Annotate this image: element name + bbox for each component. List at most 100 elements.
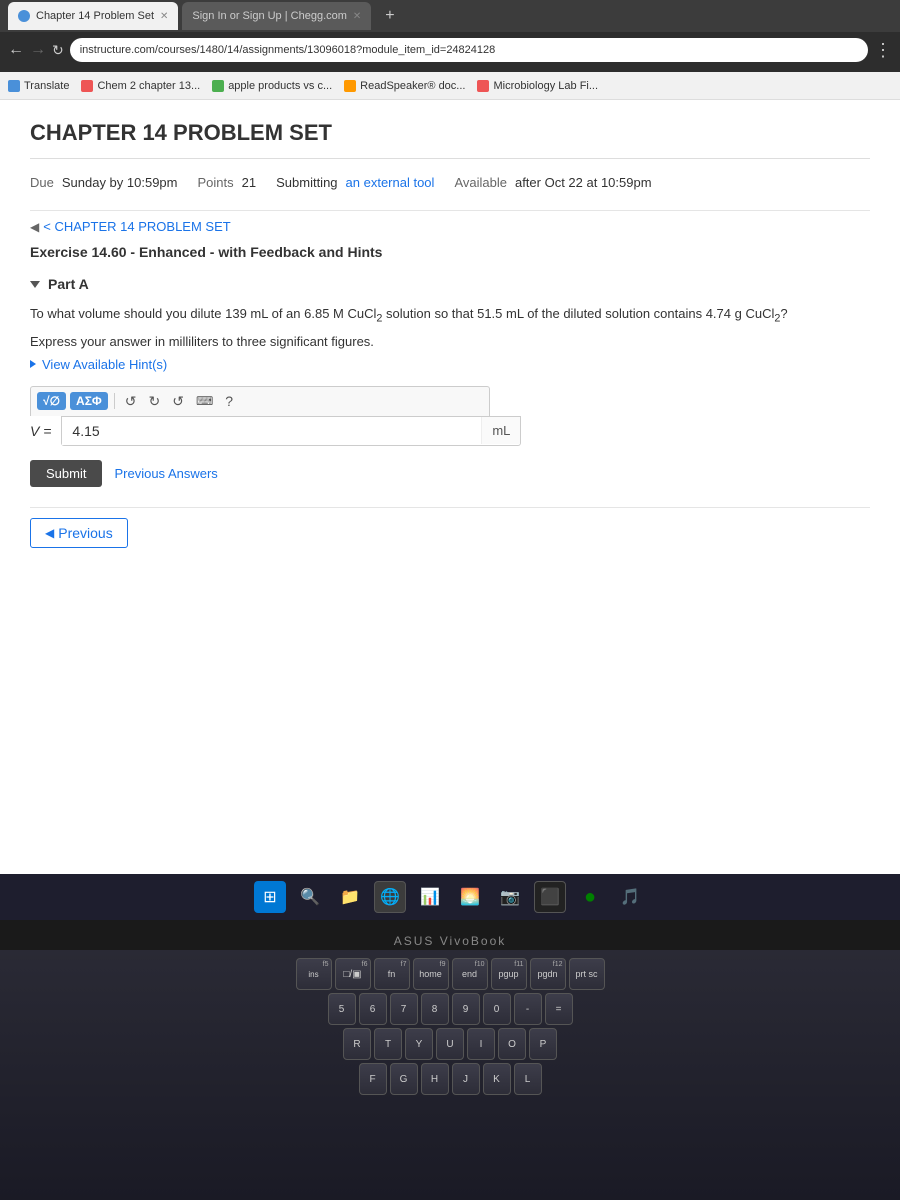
menu-button[interactable]: ⋮ [874,40,892,61]
key-o[interactable]: O [498,1028,526,1060]
answer-row: V = mL [30,416,870,446]
chem-icon [81,80,93,92]
key-i[interactable]: I [467,1028,495,1060]
taskbar-chrome-icon[interactable]: ● [574,881,606,913]
bookmark-microbiology-label: Microbiology Lab Fi... [493,80,598,92]
bookmark-chem[interactable]: Chem 2 chapter 13... [81,80,200,92]
reload-button[interactable]: ↻ [52,42,64,59]
bookmark-translate[interactable]: Translate [8,80,69,92]
key-0[interactable]: 0 [483,993,511,1025]
tab-close-active[interactable]: ✕ [160,11,168,22]
bookmark-chem-label: Chem 2 chapter 13... [97,80,200,92]
key-end[interactable]: endf10 [452,958,488,990]
microbiology-icon [477,80,489,92]
key-y[interactable]: Y [405,1028,433,1060]
key-7[interactable]: 7 [390,993,418,1025]
math-toolbar-btn[interactable]: √∅ [37,392,66,410]
key-f[interactable]: F [359,1063,387,1095]
help-btn[interactable]: ? [221,391,237,411]
browser-chrome: Chapter 14 Problem Set ✕ Sign In or Sign… [0,0,900,72]
page-title: CHAPTER 14 PROBLEM SET [30,120,870,159]
key-k[interactable]: K [483,1063,511,1095]
points-item: Points 21 [198,175,257,190]
key-l[interactable]: L [514,1063,542,1095]
back-button[interactable]: ← [8,41,24,59]
bookmark-apple-label: apple products vs c... [228,80,332,92]
key-prt[interactable]: prt sc [569,958,605,990]
view-hints[interactable]: View Available Hint(s) [30,357,870,372]
part-header[interactable]: Part A [30,276,870,292]
taskbar: ⊞ 🔍 📁 🌐 📊 🌅 📷 ⬛ ● 🎵 [0,874,900,920]
key-equals[interactable]: = [545,993,573,1025]
taskbar-browser-icon[interactable]: 🌐 [374,881,406,913]
taskbar-search-icon[interactable]: 🔍 [294,881,326,913]
due-value: Sunday by 10:59pm [62,175,178,190]
submitting-value: an external tool [346,175,435,190]
tab-new[interactable]: + [375,2,404,30]
taskbar-windows-icon[interactable]: ⊞ [254,881,286,913]
translate-icon [8,80,20,92]
key-f6[interactable]: f6□/▣ [335,958,371,990]
due-item: Due Sunday by 10:59pm [30,175,178,190]
keyboard-icon-btn[interactable]: ⌨ [192,392,217,410]
key-9[interactable]: 9 [452,993,480,1025]
tab-chapter14[interactable]: Chapter 14 Problem Set ✕ [8,2,178,30]
number-key-row: 5 6 7 8 9 0 - = [10,993,890,1025]
available-value: after Oct 22 at 10:59pm [515,175,652,190]
key-home[interactable]: homef9 [413,958,449,990]
buttons-row: Submit Previous Answers [30,460,870,487]
submitting-item: Submitting an external tool [276,175,434,190]
key-ins[interactable]: insf5 [296,958,332,990]
view-hints-label: View Available Hint(s) [42,357,167,372]
bookmark-microbiology[interactable]: Microbiology Lab Fi... [477,80,598,92]
key-5[interactable]: 5 [328,993,356,1025]
key-8[interactable]: 8 [421,993,449,1025]
taskbar-camera-icon[interactable]: 📷 [494,881,526,913]
forward-button[interactable]: → [30,41,46,59]
key-u[interactable]: U [436,1028,464,1060]
taskbar-photo-icon[interactable]: 🌅 [454,881,486,913]
tab-close-chegg[interactable]: ✕ [353,11,361,22]
taskbar-terminal-icon[interactable]: ⬛ [534,881,566,913]
previous-answers-link[interactable]: Previous Answers [114,466,217,481]
qwerty-row1: R T Y U I O P [10,1028,890,1060]
key-f7[interactable]: f7fn [374,958,410,990]
key-pgdn[interactable]: pgdnf12 [530,958,566,990]
taskbar-media-icon[interactable]: 📊 [414,881,446,913]
previous-nav-button[interactable]: ◀ Previous [30,518,128,548]
bookmark-translate-label: Translate [24,80,69,92]
fn-key-row: insf5 f6□/▣ f7fn homef9 endf10 pgupf11 p… [10,958,890,990]
hint-arrow-icon [30,360,36,368]
prev-nav-arrow-icon: ◀ [45,526,54,540]
reload-icon-btn[interactable]: ↺ [168,391,188,412]
bookmark-apple[interactable]: apple products vs c... [212,80,332,92]
key-6[interactable]: 6 [359,993,387,1025]
bookmark-readspeaker[interactable]: ReadSpeaker® doc... [344,80,465,92]
part-section: Part A To what volume should you dilute … [30,276,870,487]
breadcrumb[interactable]: ◀ < CHAPTER 14 PROBLEM SET [30,219,870,234]
address-text: instructure.com/courses/1480/14/assignme… [80,44,496,56]
express-text: Express your answer in milliliters to th… [30,334,870,349]
redo-btn[interactable]: ↻ [145,391,165,412]
taskbar-files-icon[interactable]: 📁 [334,881,366,913]
submit-button[interactable]: Submit [30,460,102,487]
undo-btn[interactable]: ↺ [121,391,141,412]
exercise-title: Exercise 14.60 - Enhanced - with Feedbac… [30,244,870,260]
key-g[interactable]: G [390,1063,418,1095]
sigma-toolbar-btn[interactable]: AΣΦ [70,392,108,410]
taskbar-music-icon[interactable]: 🎵 [614,881,646,913]
key-j[interactable]: J [452,1063,480,1095]
google-icon [212,80,224,92]
address-bar[interactable]: instructure.com/courses/1480/14/assignme… [70,38,868,62]
tab-chegg[interactable]: Sign In or Sign Up | Chegg.com ✕ [182,2,371,30]
key-r[interactable]: R [343,1028,371,1060]
answer-input[interactable] [62,417,481,445]
previous-label: Previous [58,525,112,541]
key-t[interactable]: T [374,1028,402,1060]
key-p[interactable]: P [529,1028,557,1060]
available-label: Available [454,175,507,190]
key-pgup[interactable]: pgupf11 [491,958,527,990]
keyboard: insf5 f6□/▣ f7fn homef9 endf10 pgupf11 p… [0,950,900,1200]
key-h[interactable]: H [421,1063,449,1095]
key-minus[interactable]: - [514,993,542,1025]
